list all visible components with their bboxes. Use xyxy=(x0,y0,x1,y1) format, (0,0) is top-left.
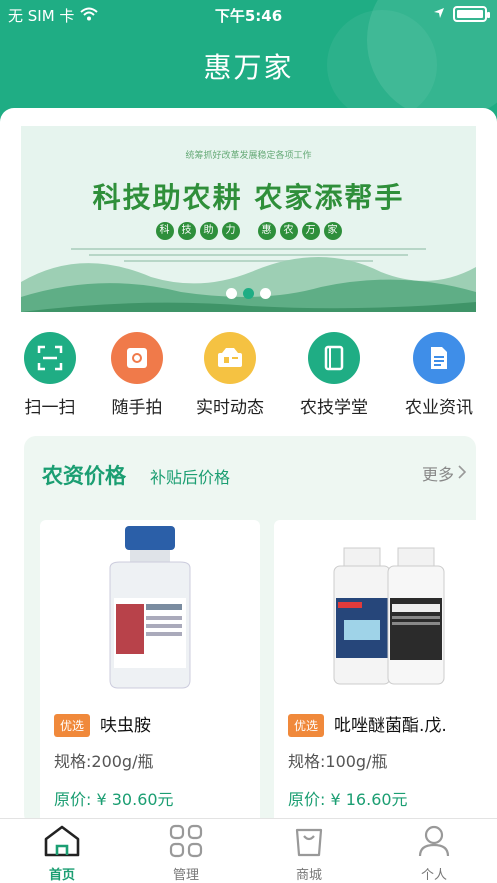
tab-manage[interactable]: 管理 xyxy=(141,823,231,883)
product-image xyxy=(109,526,191,689)
pagination-dot[interactable] xyxy=(226,288,237,299)
action-label: 扫一扫 xyxy=(24,398,76,418)
banner-pill: 助 xyxy=(199,222,218,240)
user-icon xyxy=(389,823,479,859)
pagination-dot-active[interactable] xyxy=(243,288,254,299)
banner-card: 统筹抓好改革发展稳定各项工作 科技助农耕 农家添帮手 科技助力惠农万家 xyxy=(0,108,497,318)
chevron-right-icon xyxy=(458,464,467,483)
price-card: 农资价格 补贴后价格 更多 优选 呋虫胺 规格:200g/瓶 原价: ¥ 30.… xyxy=(24,436,494,830)
featured-badge: 优选 xyxy=(288,714,325,737)
quick-actions: 扫一扫 随手拍 实时动态 农技学堂 农业资讯 xyxy=(0,318,497,428)
product-price: 原价: ¥ 30.60元 xyxy=(54,790,174,809)
banner-caption: 统筹抓好改革发展稳定各项工作 xyxy=(185,151,312,161)
pagination-dot[interactable] xyxy=(260,288,271,299)
banner-pill: 万 xyxy=(301,222,320,240)
banner-headline: 科技助农耕 农家添帮手 xyxy=(92,181,405,214)
tab-label: 商城 xyxy=(295,868,322,883)
product-spec: 规格:100g/瓶 xyxy=(288,752,388,771)
banner-pill: 家 xyxy=(323,222,342,240)
tab-label: 管理 xyxy=(172,868,199,883)
shopping-bag-icon xyxy=(264,823,354,859)
featured-badge: 优选 xyxy=(54,714,91,737)
product-card[interactable]: 优选 吡唑醚菌酯.戊. 规格:100g/瓶 原价: ¥ 16.60元 xyxy=(274,520,494,830)
action-tech-class[interactable]: 农技学堂 xyxy=(284,332,384,418)
book-icon xyxy=(308,332,360,384)
document-icon xyxy=(413,332,465,384)
price-section: 农资价格 补贴后价格 更多 优选 呋虫胺 规格:200g/瓶 原价: ¥ 30.… xyxy=(0,428,497,830)
tab-profile[interactable]: 个人 xyxy=(389,823,479,883)
battery-icon xyxy=(453,6,490,22)
action-scan[interactable]: 扫一扫 xyxy=(0,332,100,418)
grid-icon xyxy=(141,823,231,859)
product-spec: 规格:200g/瓶 xyxy=(54,752,154,771)
action-agri-info[interactable]: 农业资讯 xyxy=(389,332,489,418)
banner-pill: 力 xyxy=(221,222,240,240)
product-card[interactable]: 优选 呋虫胺 规格:200g/瓶 原价: ¥ 30.60元 xyxy=(40,520,260,830)
home-icon xyxy=(17,823,107,859)
product-price: 原价: ¥ 16.60元 xyxy=(288,790,408,809)
location-arrow-icon xyxy=(433,5,445,23)
banner-pill: 农 xyxy=(279,222,298,240)
tab-bar: 首页 管理 商城 个人 xyxy=(0,818,497,883)
section-subtitle: 补贴后价格 xyxy=(150,468,231,487)
news-icon xyxy=(204,332,256,384)
tab-label: 个人 xyxy=(420,868,447,883)
action-label: 农业资讯 xyxy=(405,398,473,418)
more-label: 更多 xyxy=(421,465,454,484)
tab-mall[interactable]: 商城 xyxy=(264,823,354,883)
scan-icon xyxy=(24,332,76,384)
banner-pills: 科技助力惠农万家 xyxy=(21,218,476,240)
banner-pill: 科 xyxy=(155,222,174,240)
page-title: 惠万家 xyxy=(203,51,294,84)
product-name: 呋虫胺 xyxy=(100,716,151,736)
more-link[interactable]: 更多 xyxy=(421,461,467,485)
action-snapshot[interactable]: 随手拍 xyxy=(87,332,187,418)
product-image xyxy=(333,547,445,685)
banner-pill: 技 xyxy=(177,222,196,240)
status-bar: 无 SIM 卡 下午5:46 xyxy=(0,0,497,28)
product-name: 吡唑醚菌酯.戊. xyxy=(334,716,447,736)
action-label: 农技学堂 xyxy=(300,398,368,418)
tab-label: 首页 xyxy=(48,868,75,883)
status-time: 下午5:46 xyxy=(214,7,283,25)
tab-home[interactable]: 首页 xyxy=(17,823,107,883)
action-live-news[interactable]: 实时动态 xyxy=(180,332,280,418)
banner-pill: 惠 xyxy=(257,222,276,240)
hills-illustration xyxy=(21,257,476,312)
promo-banner[interactable]: 统筹抓好改革发展稳定各项工作 科技助农耕 农家添帮手 科技助力惠农万家 xyxy=(21,126,476,312)
action-label: 实时动态 xyxy=(196,398,264,418)
action-label: 随手拍 xyxy=(111,398,163,418)
banner-pagination xyxy=(21,288,476,299)
section-title: 农资价格 xyxy=(42,464,126,488)
camera-icon xyxy=(111,332,163,384)
